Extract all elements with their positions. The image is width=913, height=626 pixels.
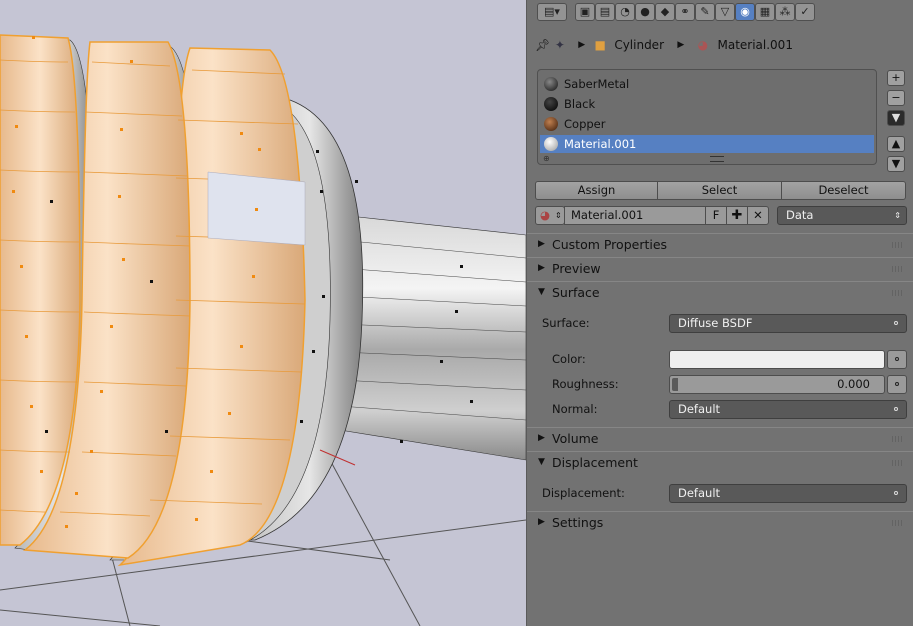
- breadcrumb-object: Cylinder: [614, 37, 664, 52]
- material-name-field[interactable]: Material.001: [564, 206, 706, 225]
- select-button[interactable]: Select: [657, 181, 782, 200]
- section-volume[interactable]: ▶ Volume: [527, 427, 913, 449]
- filter-plus-icon[interactable]: ⊕: [543, 154, 550, 163]
- color-socket-button[interactable]: [887, 350, 907, 369]
- world-tab-icon[interactable]: ●: [635, 3, 655, 21]
- scene-tab-icon[interactable]: ◔: [615, 3, 635, 21]
- scene-icon: ✦: [554, 37, 565, 52]
- drag-grip-icon[interactable]: [892, 242, 904, 248]
- collapsed-arrow-icon: ▶: [538, 263, 545, 273]
- node-socket-icon: [894, 407, 898, 411]
- color-label: Color:: [552, 352, 586, 366]
- node-socket-icon: [895, 357, 899, 361]
- object-cube-icon: ■: [594, 37, 606, 52]
- displacement-dropdown[interactable]: Default: [669, 484, 907, 503]
- drag-grip-icon[interactable]: [892, 520, 904, 526]
- viewport-scene: [0, 34, 526, 626]
- slot-specials-menu-button[interactable]: ▼: [887, 110, 905, 126]
- chevron-updown-icon: ⇕: [555, 211, 562, 220]
- surface-label: Surface:: [542, 316, 590, 330]
- particles-tab-icon[interactable]: ⁂: [775, 3, 795, 21]
- slider-fill: [672, 378, 678, 391]
- chevron-right-icon: ▶: [677, 39, 685, 50]
- unlink-material-button[interactable]: ✕: [747, 206, 769, 225]
- expanded-arrow-icon: ▼: [538, 457, 545, 467]
- material-ball-icon: ◕: [697, 37, 709, 52]
- add-slot-button[interactable]: +: [887, 70, 905, 86]
- collapsed-arrow-icon: ▶: [538, 433, 545, 443]
- breadcrumb: 📌︎ ✦ ▶ ■ Cylinder ▶ ◕ Material.001: [535, 34, 793, 54]
- material-ball-icon: [544, 137, 558, 151]
- node-socket-icon: [895, 382, 899, 386]
- drag-grip-icon[interactable]: [892, 266, 904, 272]
- normal-label: Normal:: [552, 402, 598, 416]
- list-item[interactable]: SaberMetal: [540, 75, 874, 93]
- pin-icon[interactable]: 📌︎: [535, 35, 551, 55]
- drag-grip-icon[interactable]: [892, 290, 904, 296]
- browse-material-button[interactable]: ◕ ⇕: [535, 206, 565, 225]
- list-item[interactable]: Copper: [540, 115, 874, 133]
- roughness-label: Roughness:: [552, 377, 619, 391]
- 3d-viewport[interactable]: [0, 0, 526, 626]
- list-item[interactable]: Black: [540, 95, 874, 113]
- chevron-updown-icon: ⇕: [894, 211, 901, 220]
- collapsed-arrow-icon: ▶: [538, 517, 545, 527]
- properties-header: ▤▾ ▣ ▤ ◔ ● ◆ ⚭ ✎ ▽ ◉ ▦ ⁂ ✓: [527, 0, 913, 24]
- section-custom-properties[interactable]: ▶ Custom Properties: [527, 233, 913, 255]
- modifiers-tab-icon[interactable]: ✎: [695, 3, 715, 21]
- resize-handle[interactable]: [710, 156, 724, 162]
- deselect-button[interactable]: Deselect: [781, 181, 906, 200]
- material-ball-icon: [544, 117, 558, 131]
- assign-button[interactable]: Assign: [535, 181, 658, 200]
- displacement-label: Displacement:: [542, 486, 625, 500]
- move-slot-down-button[interactable]: ▼: [887, 156, 905, 172]
- collapsed-arrow-icon: ▶: [538, 239, 545, 249]
- link-dropdown[interactable]: Data ⇕: [777, 206, 907, 225]
- drag-grip-icon[interactable]: [892, 460, 904, 466]
- mesh-data-tab-icon[interactable]: ▽: [715, 3, 735, 21]
- render-tab-icon[interactable]: ▣: [575, 3, 595, 21]
- material-ball-icon: ◕: [540, 208, 551, 222]
- fake-user-button[interactable]: F: [705, 206, 727, 225]
- object-tab-icon[interactable]: ◆: [655, 3, 675, 21]
- surface-shader-dropdown[interactable]: Diffuse BSDF: [669, 314, 907, 333]
- editor-type-icon[interactable]: ▤▾: [537, 3, 567, 21]
- roughness-socket-button[interactable]: [887, 375, 907, 394]
- breadcrumb-material: Material.001: [717, 37, 793, 52]
- section-settings[interactable]: ▶ Settings: [527, 511, 913, 533]
- material-ball-icon: [544, 77, 558, 91]
- remove-slot-button[interactable]: −: [887, 90, 905, 106]
- node-socket-icon: [894, 321, 898, 325]
- normal-dropdown[interactable]: Default: [669, 400, 907, 419]
- section-surface[interactable]: ▼ Surface: [527, 281, 913, 303]
- expanded-arrow-icon: ▼: [538, 287, 545, 297]
- new-material-button[interactable]: ✚: [726, 206, 748, 225]
- material-tab-icon[interactable]: ◉: [735, 3, 755, 21]
- chevron-right-icon: ▶: [578, 39, 586, 50]
- properties-editor: ▤▾ ▣ ▤ ◔ ● ◆ ⚭ ✎ ▽ ◉ ▦ ⁂ ✓ 📌︎ ✦ ▶ ■ Cyli…: [526, 0, 913, 626]
- physics-tab-icon[interactable]: ✓: [795, 3, 815, 21]
- list-item-selected[interactable]: Material.001: [540, 135, 874, 153]
- texture-tab-icon[interactable]: ▦: [755, 3, 775, 21]
- render-layers-tab-icon[interactable]: ▤: [595, 3, 615, 21]
- node-socket-icon: [894, 491, 898, 495]
- section-displacement[interactable]: ▼ Displacement: [527, 451, 913, 473]
- material-ball-icon: [544, 97, 558, 111]
- roughness-slider[interactable]: 0.000: [669, 375, 885, 394]
- material-slot-list[interactable]: SaberMetal Black Copper Material.001 ⊕: [537, 69, 877, 165]
- color-swatch[interactable]: [669, 350, 885, 369]
- drag-grip-icon[interactable]: [892, 436, 904, 442]
- section-preview[interactable]: ▶ Preview: [527, 257, 913, 279]
- constraints-tab-icon[interactable]: ⚭: [675, 3, 695, 21]
- move-slot-up-button[interactable]: ▲: [887, 136, 905, 152]
